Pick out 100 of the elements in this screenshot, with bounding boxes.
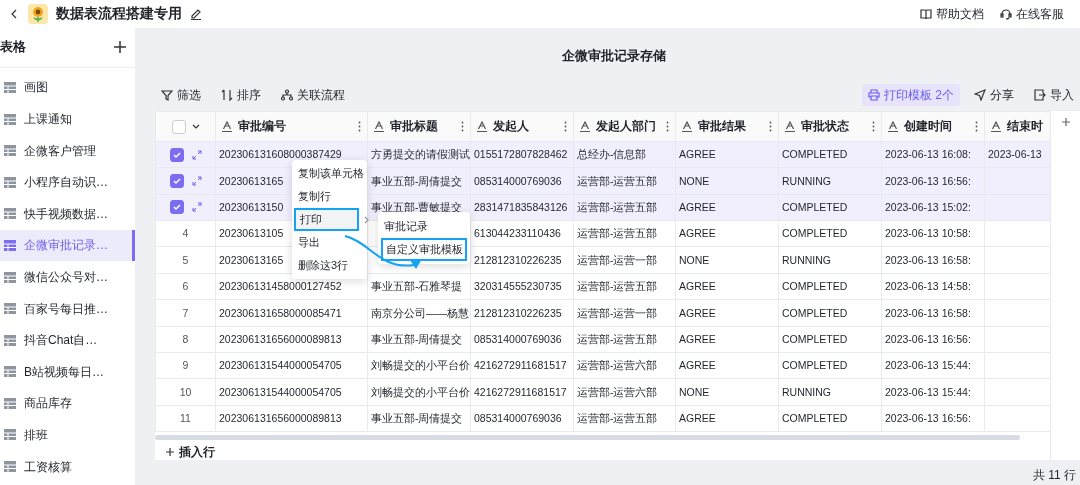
menu-item[interactable]: 复制该单元格 [292, 162, 367, 185]
header-link[interactable]: 在线客服 [1000, 4, 1064, 23]
sort-icon [221, 89, 233, 101]
table-cell: 202306131458000127452 [219, 280, 342, 293]
sidebar-item[interactable]: 画图 [0, 71, 135, 104]
table-cell: 2023-06-13 16:56: [885, 332, 971, 345]
add-column-icon[interactable] [1060, 116, 1071, 127]
table-cell: COMPLETED [782, 227, 848, 240]
table-cell: 2023-06-13 16:08: [885, 148, 971, 161]
text-type-icon [580, 120, 590, 132]
table-icon [4, 429, 16, 441]
select-all-checkbox[interactable] [171, 119, 186, 134]
sidebar-item[interactable]: 微信公众号对… [0, 261, 135, 293]
toolbar-button[interactable]: 筛选 [155, 84, 207, 106]
printer-icon [868, 89, 880, 101]
row-number: 10 [179, 385, 192, 398]
table-cell: 2023-06-13 14:58: [885, 280, 971, 293]
menu-item[interactable]: 审批记录 [378, 215, 470, 238]
print-template-button[interactable]: 打印模板 2个 [862, 84, 960, 106]
table-cell: 运营部-运营五部 [577, 332, 658, 345]
check-icon [171, 149, 182, 160]
table-cell: 运营部-运营五部 [577, 280, 658, 293]
more-icon[interactable] [975, 120, 978, 132]
more-icon[interactable] [358, 120, 361, 132]
menu-item[interactable]: 删除这3行 [292, 254, 367, 277]
toolbar-button[interactable]: 导入 [1028, 84, 1080, 106]
header-link[interactable]: 帮助文档 [920, 4, 984, 23]
text-type-icon [374, 120, 384, 132]
filter-icon [161, 89, 173, 101]
column-header: 结束时 [1007, 119, 1044, 134]
toolbar-button[interactable]: 排序 [215, 84, 267, 106]
expand-icon[interactable] [191, 202, 202, 213]
column-header: 创建时间 [904, 119, 953, 134]
text-type-icon [222, 120, 232, 132]
table-icon [4, 303, 16, 315]
table-cell: COMPLETED [782, 412, 848, 425]
table-cell: AGREE [679, 332, 716, 345]
table-cell: 运营部-运营五部 [577, 412, 658, 425]
caret-icon[interactable] [191, 123, 200, 130]
table-icon [4, 176, 16, 188]
text-type-icon [477, 120, 487, 132]
text-type-icon [682, 120, 692, 132]
sidebar-item[interactable]: 商品库存 [0, 387, 135, 420]
table-cell: 运营部-运营五部 [577, 174, 658, 187]
add-icon [165, 447, 175, 458]
table-cell: 0155172807828462 [474, 148, 568, 161]
table-cell: 20230613165 [219, 174, 284, 187]
table-cell: 运营部-运营一部 [577, 253, 658, 266]
menu-item[interactable]: 导出 [292, 231, 367, 254]
table-cell: 2023-06-13 15:44: [885, 385, 971, 398]
row-checkbox[interactable] [169, 174, 184, 189]
sidebar-item[interactable]: 工资核算 [0, 450, 135, 483]
table-cell: 2023-06-13 15:02: [885, 201, 971, 213]
sidebar-item[interactable]: 企微审批记录… [0, 229, 135, 262]
table-icon [4, 461, 16, 473]
toolbar-button[interactable]: 关联流程 [275, 84, 351, 106]
check-icon [171, 176, 182, 187]
table-cell: COMPLETED [782, 306, 848, 319]
toolbar-button[interactable]: 分享 [968, 84, 1020, 106]
sidebar-item[interactable]: 小程序自动识… [0, 166, 135, 199]
sidebar-item[interactable]: 抖音Chat自… [0, 324, 135, 356]
table-cell: 2023-06-13 [988, 148, 1042, 161]
table-cell: COMPLETED [782, 332, 848, 345]
row-count: 共 11 行 [1031, 467, 1077, 485]
menu-item[interactable]: 自定义审批模板 [381, 238, 467, 261]
table-cell: 运营部-运营六部 [577, 359, 658, 372]
sidebar-item[interactable]: 排班 [0, 419, 135, 451]
more-icon[interactable] [461, 120, 464, 132]
more-icon[interactable] [564, 120, 567, 132]
table-cell: 运营部-运营一部 [577, 306, 658, 319]
sidebar-item[interactable]: 快手视频数据… [0, 198, 135, 230]
table-cell: 2023-06-13 16:56: [885, 174, 971, 187]
table-cell: 212812310226235 [474, 253, 562, 266]
sidebar-item[interactable]: B站视频每日… [0, 356, 135, 388]
sidebar-item[interactable]: 上课通知 [0, 103, 135, 135]
more-icon[interactable] [769, 120, 772, 132]
insert-row-button[interactable]: 插入行 [155, 441, 215, 461]
edit-icon[interactable] [190, 7, 202, 20]
more-icon[interactable] [872, 120, 875, 132]
menu-item[interactable]: 复制行 [292, 185, 367, 208]
row-checkbox[interactable] [169, 200, 184, 215]
more-icon[interactable] [666, 120, 669, 132]
table-cell: NONE [679, 385, 710, 398]
table-cell: 212812310226235 [474, 306, 562, 319]
table-cell: COMPLETED [782, 359, 848, 372]
add-icon[interactable] [113, 40, 127, 55]
row-number: 9 [182, 359, 189, 372]
sidebar-item[interactable]: 百家号每日推… [0, 292, 135, 325]
row-number: 6 [182, 280, 189, 293]
table-cell: 运营部-运营六部 [577, 385, 658, 398]
row-checkbox[interactable] [169, 147, 184, 162]
sidebar-item[interactable]: 企微客户管理 [0, 134, 135, 167]
text-type-icon [991, 120, 1001, 132]
headset-icon [1000, 7, 1012, 20]
expand-icon[interactable] [191, 149, 202, 160]
table-cell: AGREE [679, 227, 716, 240]
sunflower-icon [28, 3, 48, 24]
table-cell: 运营部-运营五部 [577, 201, 658, 213]
expand-icon[interactable] [191, 176, 202, 187]
table-cell: AGREE [679, 412, 716, 425]
